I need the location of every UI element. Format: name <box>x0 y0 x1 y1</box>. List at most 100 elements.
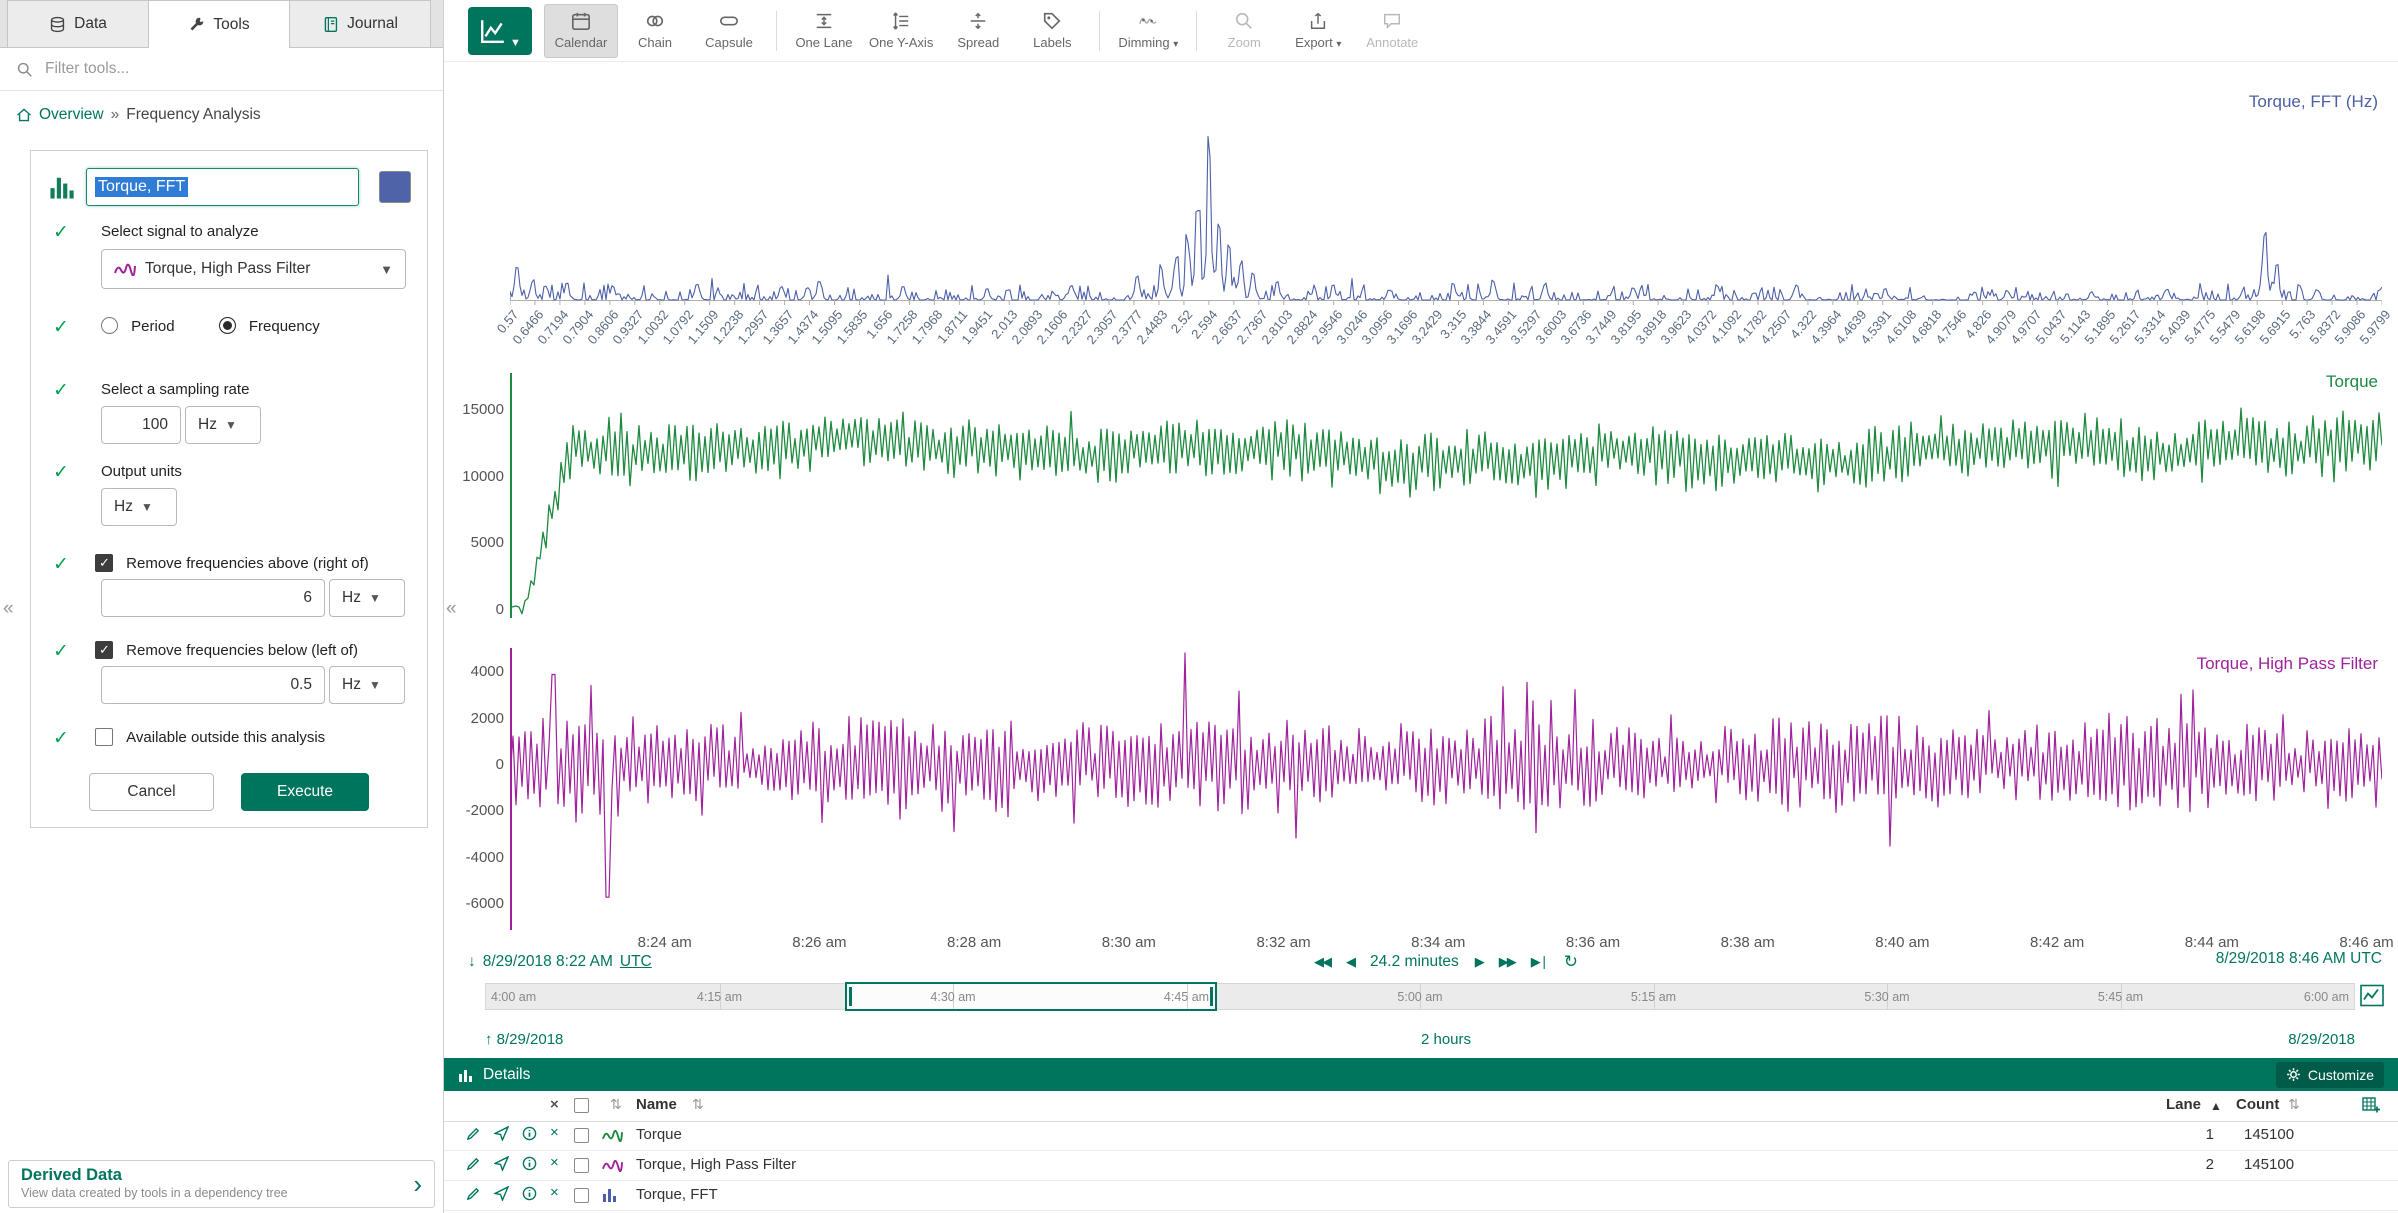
remove-icon[interactable]: × <box>550 1184 559 1201</box>
search-input[interactable] <box>43 59 427 79</box>
row-checkbox[interactable] <box>574 1128 589 1143</box>
torque-series[interactable] <box>510 408 2382 614</box>
time-tick-label: 8:24 am <box>638 934 692 951</box>
torque-lane-label[interactable]: Torque <box>2326 372 2378 392</box>
collapse-left-icon[interactable]: « <box>3 598 14 620</box>
check-icon: ✓ <box>53 727 69 750</box>
add-column-icon[interactable] <box>2362 1097 2380 1113</box>
row-checkbox[interactable] <box>574 1158 589 1173</box>
edit-icon[interactable] <box>466 1186 481 1201</box>
fft-lane-label[interactable]: Torque, FFT (Hz) <box>2249 92 2378 112</box>
database-icon <box>49 16 66 33</box>
table-row[interactable]: × Torque, FFT <box>444 1181 2398 1211</box>
execute-button[interactable]: Execute <box>241 773 369 811</box>
range-start-text[interactable]: 8/29/2018 8:22 AM <box>483 953 613 971</box>
home-icon[interactable] <box>16 107 32 123</box>
derived-data-panel[interactable]: Derived Data View data created by tools … <box>8 1160 435 1208</box>
tab-data[interactable]: Data <box>7 0 149 47</box>
minimap-toggle-icon[interactable] <box>2360 984 2384 1007</box>
sort-icon[interactable]: ⇅ <box>692 1096 704 1113</box>
time-tick-label: 8:46 am <box>2339 934 2393 951</box>
cancel-button[interactable]: Cancel <box>89 773 214 811</box>
step-forward-icon[interactable]: ▶ <box>1475 954 1483 970</box>
trend-chart-canvas[interactable] <box>510 0 2382 960</box>
info-icon[interactable] <box>522 1156 537 1171</box>
hpf-lane-label[interactable]: Torque, High Pass Filter <box>2197 654 2378 674</box>
app-root: { "colors":{"accent":"#00755E","fft":"#4… <box>0 0 2398 1213</box>
name-column-header[interactable]: Name <box>636 1096 677 1113</box>
row-name[interactable]: Torque, FFT <box>636 1186 718 1203</box>
frequency-radio[interactable] <box>219 317 236 334</box>
above-value-input[interactable]: 6 <box>101 579 325 617</box>
hpf-series[interactable] <box>510 653 2382 897</box>
scrub-selection[interactable] <box>845 982 1217 1011</box>
fft-result-icon <box>602 1188 618 1202</box>
tab-journal[interactable]: Journal <box>289 0 431 47</box>
tab-tools[interactable]: Tools <box>148 0 290 48</box>
select-all-checkbox[interactable] <box>574 1098 589 1113</box>
output-unit-select[interactable]: Hz▼ <box>101 488 177 526</box>
table-row[interactable]: ×Torque1145100 <box>444 1121 2398 1151</box>
color-swatch[interactable] <box>379 171 411 203</box>
range-duration[interactable]: 24.2 minutes <box>1370 953 1459 971</box>
bar-chart-icon <box>458 1068 474 1082</box>
collapse-panel-icon[interactable]: « <box>446 598 457 620</box>
below-value-input[interactable]: 0.5 <box>101 666 325 704</box>
info-icon[interactable] <box>522 1186 537 1201</box>
table-row[interactable]: ×Torque, High Pass Filter2145100 <box>444 1151 2398 1181</box>
lane-column-header[interactable]: Lane <box>2166 1096 2201 1113</box>
result-name-input[interactable]: Torque, FFT <box>86 168 359 206</box>
remove-column-icon[interactable]: × <box>550 1096 559 1113</box>
scrub-right-date[interactable]: 8/29/2018 <box>2288 1031 2355 1048</box>
arrow-up-icon[interactable]: ↑ <box>485 1031 493 1048</box>
edit-icon[interactable] <box>466 1126 481 1141</box>
derived-data-title: Derived Data <box>21 1166 422 1185</box>
send-icon[interactable] <box>494 1126 509 1141</box>
period-radio[interactable] <box>101 317 118 334</box>
below-label: Remove frequencies below (left of) <box>126 642 358 659</box>
edit-icon[interactable] <box>466 1156 481 1171</box>
arrow-down-icon[interactable]: ↓ <box>468 953 476 971</box>
scrub-window-duration[interactable]: 2 hours <box>1421 1031 1471 1048</box>
remove-icon[interactable]: × <box>550 1154 559 1171</box>
step-back-icon[interactable]: ◀ <box>1346 954 1354 970</box>
above-checkbox[interactable] <box>95 554 113 572</box>
scrub-handle-right[interactable] <box>1210 987 1213 1006</box>
below-checkbox[interactable] <box>95 641 113 659</box>
details-header: Details Customize <box>444 1058 2398 1091</box>
sort-asc-icon[interactable]: ▲ <box>2210 1099 2222 1113</box>
check-icon: ✓ <box>53 640 69 663</box>
timezone-link[interactable]: UTC <box>620 953 652 971</box>
sort-icon[interactable]: ⇅ <box>610 1096 622 1113</box>
below-row: Remove frequencies below (left of) <box>95 641 358 659</box>
row-checkbox[interactable] <box>574 1188 589 1203</box>
info-icon[interactable] <box>522 1126 537 1141</box>
send-icon[interactable] <box>494 1186 509 1201</box>
signal-select[interactable]: Torque, High Pass Filter ▼ <box>101 249 406 289</box>
scrub-handle-left[interactable] <box>849 987 852 1006</box>
breadcrumb-overview[interactable]: Overview <box>39 106 104 124</box>
sort-icon[interactable]: ⇅ <box>2288 1096 2300 1113</box>
step-back-fast-icon[interactable]: ◀◀ <box>1314 954 1330 970</box>
row-name[interactable]: Torque, High Pass Filter <box>636 1156 796 1173</box>
send-icon[interactable] <box>494 1156 509 1171</box>
below-unit-select[interactable]: Hz▼ <box>329 666 405 704</box>
sidebar-tabbar: Data Tools Journal <box>0 0 443 48</box>
scrub-track[interactable]: 4:00 am4:15 am4:30 am4:45 am5:00 am5:15 … <box>485 983 2355 1010</box>
details-table-header: × ⇅ Name ⇅ Lane ▲ Count ⇅ <box>444 1091 2398 1122</box>
customize-button[interactable]: Customize <box>2276 1062 2384 1088</box>
above-unit-select[interactable]: Hz▼ <box>329 579 405 617</box>
sampling-rate-input[interactable]: 100 <box>101 406 181 444</box>
step-forward-fast-icon[interactable]: ▶▶ <box>1499 954 1515 970</box>
time-tick-label: 8:36 am <box>1566 934 1620 951</box>
count-column-header[interactable]: Count <box>2236 1096 2279 1113</box>
sampling-unit-select[interactable]: Hz▼ <box>185 406 261 444</box>
refresh-icon[interactable]: ↻ <box>1564 952 1578 972</box>
row-name[interactable]: Torque <box>636 1126 682 1143</box>
outside-checkbox[interactable] <box>95 728 113 746</box>
range-end[interactable]: 8/29/2018 8:46 AM UTC <box>2216 950 2382 974</box>
fft-series[interactable] <box>510 136 2382 300</box>
remove-icon[interactable]: × <box>550 1124 559 1141</box>
step-to-end-icon[interactable]: ▶❘ <box>1531 954 1548 970</box>
scrub-left-date[interactable]: 8/29/2018 <box>497 1031 564 1048</box>
